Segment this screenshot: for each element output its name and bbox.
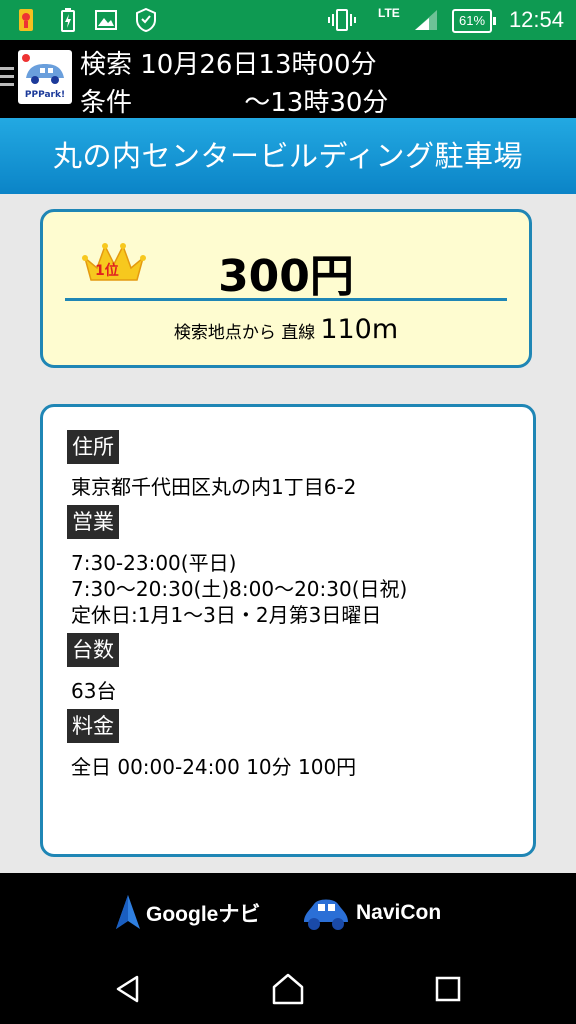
fee-value: 全日 00:00-24:00 10分 100円 (71, 755, 357, 779)
title-bar: 丸の内センタービルディング駐車場 (0, 118, 576, 194)
app-header: PPPark! 検索 10月26日13時00分 条件 ～13時30分 (0, 40, 576, 118)
navicon-button[interactable]: NaviCon (300, 889, 441, 937)
system-nav-bar (0, 953, 576, 1024)
hours-label: 営業 (67, 505, 119, 539)
home-icon[interactable] (268, 969, 308, 1009)
count-value: 63台 (71, 679, 117, 703)
count-label: 台数 (67, 633, 119, 667)
google-navi-button[interactable]: Googleナビ (114, 889, 260, 937)
recent-apps-icon[interactable] (428, 969, 468, 1009)
image-icon (94, 8, 118, 32)
clock: 12:54 (508, 7, 564, 32)
vibrate-icon (326, 8, 358, 32)
distance: 検索地点から 直線 110m (43, 314, 529, 345)
battery-charging-icon (58, 8, 78, 32)
app-logo[interactable]: PPPark! (18, 50, 72, 104)
address-label: 住所 (67, 430, 119, 464)
navigation-arrow-icon (116, 895, 140, 929)
hours-line: 7:30-23:00(平日) (71, 551, 237, 575)
status-bar: LTE 61% 12:54 (0, 0, 576, 40)
fee-label: 料金 (67, 709, 119, 743)
app-notification-icon (16, 8, 36, 32)
distance-value: 110m (320, 314, 399, 345)
info-card: 住所 東京都千代田区丸の内1丁目6-2 営業 7:30-23:00(平日) 7:… (40, 404, 536, 857)
address-value: 東京都千代田区丸の内1丁目6-2 (71, 475, 357, 499)
signal-icon (412, 8, 440, 32)
google-navi-label: Googleナビ (146, 903, 261, 926)
app-logo-text: PPPark! (24, 90, 66, 100)
divider (65, 298, 507, 301)
closed-days: 定休日:1月1～3日・2月第3日曜日 (71, 603, 382, 627)
navigation-app-bar: Googleナビ NaviCon (0, 873, 576, 953)
price-card: 1位 300円 検索地点から 直線 110m (40, 209, 532, 368)
price-value: 300円 (218, 251, 354, 302)
shield-icon (134, 8, 158, 32)
navicon-label: NaviCon (356, 901, 442, 924)
back-icon[interactable] (108, 969, 148, 1009)
car-icon (304, 899, 348, 930)
menu-icon[interactable] (0, 67, 14, 89)
car-logo-icon (22, 54, 64, 84)
hours-line: 7:30～20:30(土)8:00～20:30(日祝) (71, 577, 408, 601)
search-condition-line2: 条件 ～13時30分 (80, 88, 389, 118)
search-condition-line1: 検索 10月26日13時00分 (80, 50, 377, 80)
network-type: LTE (378, 6, 400, 20)
page-title: 丸の内センタービルディング駐車場 (53, 139, 523, 173)
distance-label: 検索地点から 直線 (173, 323, 316, 343)
battery-indicator: 61% (452, 9, 496, 33)
